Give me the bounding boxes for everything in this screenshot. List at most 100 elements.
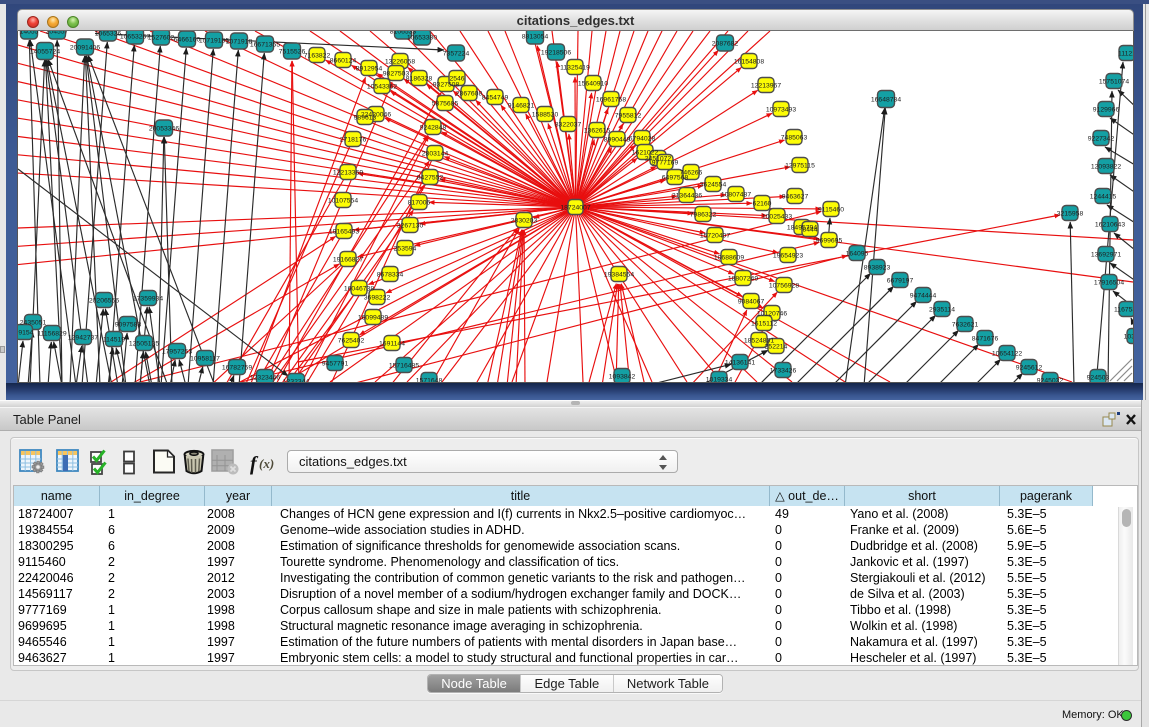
svg-text:15640910: 15640910	[578, 81, 608, 88]
svg-text:10120746: 10120746	[757, 311, 787, 318]
svg-text:9777169: 9777169	[652, 160, 679, 167]
svg-text:2718176: 2718176	[340, 137, 367, 144]
svg-text:8444: 8444	[802, 227, 817, 234]
svg-text:9245612: 9245612	[1016, 365, 1043, 372]
svg-text:9245032: 9245032	[1037, 378, 1064, 382]
svg-text:10025433: 10025433	[762, 214, 792, 221]
svg-text:9146821: 9146821	[508, 103, 535, 110]
svg-text:10973493: 10973493	[766, 107, 796, 114]
svg-text:12942737: 12942737	[68, 335, 98, 342]
svg-text:204557: 204557	[46, 31, 69, 36]
svg-text:8427552: 8427552	[417, 175, 444, 182]
svg-text:11325419: 11325419	[560, 65, 590, 72]
svg-text:7515526: 7515526	[279, 49, 306, 56]
svg-text:62160: 62160	[753, 201, 772, 208]
svg-text:9129966: 9129966	[1093, 107, 1120, 114]
svg-text:10654122: 10654122	[992, 351, 1022, 358]
svg-text:2435051: 2435051	[20, 320, 47, 327]
svg-text:1362615: 1362615	[584, 128, 611, 135]
svg-text:1071918: 1071918	[226, 39, 253, 46]
svg-text:9084067: 9084067	[738, 299, 765, 306]
svg-text:8678334: 8678334	[377, 272, 404, 279]
svg-text:8454749: 8454749	[482, 95, 509, 102]
svg-text:17359934: 17359934	[133, 296, 163, 303]
svg-text:6794028: 6794028	[629, 136, 656, 143]
svg-text:16782759: 16782759	[222, 365, 252, 372]
svg-text:989613: 989613	[354, 115, 377, 122]
svg-text:12975115: 12975115	[785, 163, 815, 170]
svg-text:16046738: 16046738	[344, 286, 374, 293]
svg-text:10756928: 10756928	[769, 283, 799, 290]
svg-text:114519: 114519	[103, 337, 125, 344]
svg-text:8186328: 8186328	[406, 76, 433, 83]
svg-text:11156829: 11156829	[37, 331, 66, 338]
svg-text:9327508: 9327508	[433, 82, 460, 89]
svg-text:746266: 746266	[680, 170, 703, 177]
svg-text:(x): (x)	[259, 456, 274, 471]
svg-text:20206556: 20206556	[89, 298, 119, 305]
svg-text:8912954: 8912954	[356, 66, 383, 73]
svg-text:17957253: 17957253	[162, 349, 192, 356]
svg-text:12213369: 12213369	[333, 170, 363, 177]
svg-text:10688609: 10688609	[714, 255, 744, 262]
svg-text:8813054: 8813054	[522, 34, 549, 41]
svg-text:17916504: 17916504	[1094, 280, 1124, 287]
svg-text:7632621: 7632621	[952, 322, 979, 329]
svg-text:8471676: 8471676	[972, 336, 999, 343]
svg-text:8322037: 8322037	[555, 122, 582, 129]
svg-text:1065326: 1065326	[95, 31, 122, 38]
svg-text:3624554: 3624554	[700, 182, 727, 189]
svg-text:12093822: 12093822	[1091, 164, 1121, 171]
svg-text:15751074: 15751074	[1099, 79, 1129, 86]
svg-text:1093842: 1093842	[609, 374, 636, 381]
svg-text:13692971: 13692971	[1091, 252, 1121, 259]
svg-text:817006: 817006	[408, 200, 431, 207]
svg-text:18807249: 18807249	[728, 276, 758, 283]
svg-text:8938923: 8938923	[864, 265, 891, 272]
svg-text:3267130: 3267130	[397, 223, 424, 230]
svg-text:924503: 924503	[1087, 375, 1110, 382]
svg-text:12505135: 12505135	[129, 341, 159, 348]
svg-text:6679197: 6679197	[887, 278, 914, 285]
svg-text:2830203: 2830203	[511, 218, 538, 225]
svg-text:3215958: 3215958	[1057, 211, 1084, 218]
svg-text:19165493: 19165493	[329, 229, 359, 236]
svg-text:6466160: 6466160	[174, 37, 201, 44]
svg-text:2546: 2546	[449, 76, 464, 83]
svg-text:20053346: 20053346	[149, 126, 179, 133]
svg-text:164095: 164095	[846, 251, 869, 258]
svg-text:9242848: 9242848	[420, 125, 447, 132]
svg-text:19166827: 19166827	[333, 257, 363, 264]
svg-text:14055724: 14055724	[30, 49, 60, 56]
svg-text:7357224: 7357224	[443, 51, 470, 58]
svg-text:2803144: 2803144	[422, 151, 449, 158]
svg-text:10653380: 10653380	[407, 35, 437, 42]
svg-text:10543362: 10543362	[367, 84, 397, 91]
svg-text:3698222: 3698222	[364, 295, 391, 302]
svg-text:16961758: 16961758	[596, 97, 626, 104]
svg-text:16671355: 16671355	[250, 42, 280, 49]
svg-text:16154808: 16154808	[734, 59, 764, 66]
svg-text:1615112: 1615112	[751, 321, 777, 328]
svg-text:9463627: 9463627	[782, 194, 809, 201]
svg-text:18724007: 18724007	[560, 205, 590, 212]
svg-text:7986322: 7986322	[690, 212, 717, 219]
svg-text:9699695: 9699695	[816, 238, 843, 245]
svg-text:15720407: 15720407	[700, 233, 730, 240]
svg-text:16099489: 16099489	[358, 315, 388, 322]
svg-text:7163822: 7163822	[304, 53, 331, 60]
svg-text:14055: 14055	[20, 31, 39, 36]
svg-text:11121: 11121	[1118, 51, 1133, 58]
svg-text:10719185: 10719185	[199, 38, 229, 45]
svg-text:1232344: 1232344	[283, 379, 310, 382]
svg-text:7625402: 7625402	[338, 338, 365, 345]
svg-text:12213967: 12213967	[751, 83, 781, 90]
svg-text:1588520: 1588520	[532, 112, 559, 119]
svg-text:19654923: 19654923	[773, 253, 803, 260]
svg-text:21364436: 21364436	[672, 193, 702, 200]
svg-text:20091406: 20091406	[70, 45, 100, 52]
svg-text:8660124: 8660124	[330, 58, 357, 65]
svg-text:12323446: 12323446	[250, 375, 280, 382]
svg-text:252214: 252214	[765, 344, 788, 351]
svg-text:8990448: 8990448	[604, 137, 631, 144]
